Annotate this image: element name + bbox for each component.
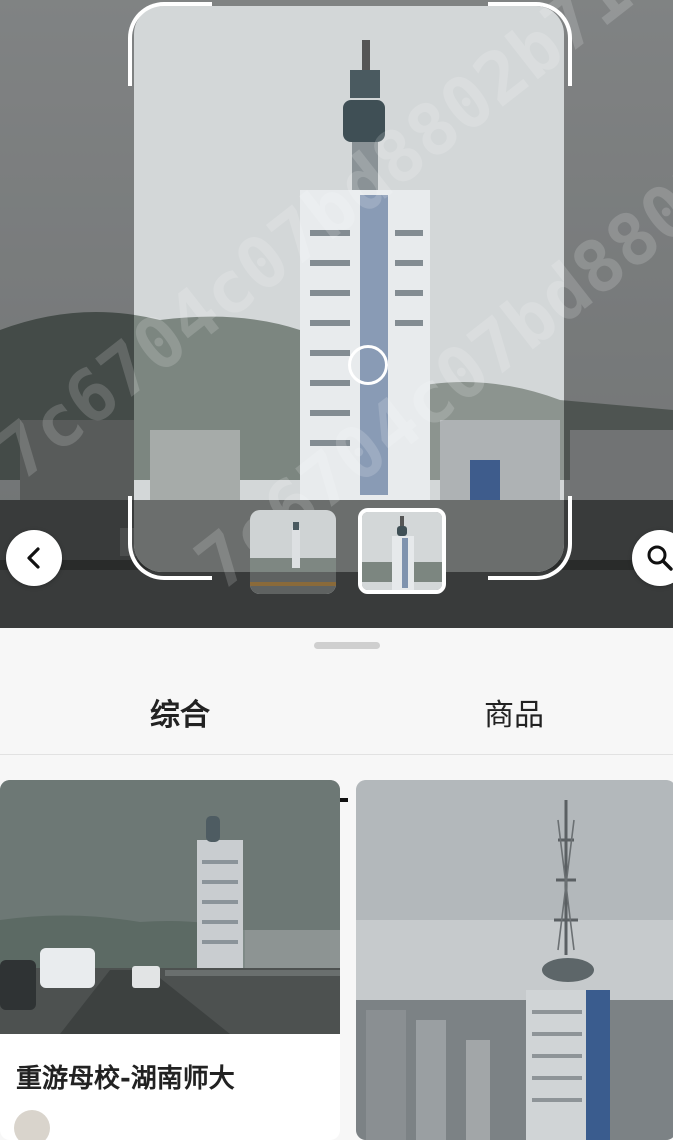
back-button[interactable] [6, 530, 62, 586]
result-card-image [356, 780, 673, 1140]
tab-comprehensive[interactable]: 综合 [12, 678, 348, 754]
result-tabs: 综合 商品 [0, 678, 673, 802]
region-thumbnail-selected[interactable] [358, 508, 446, 594]
crop-corner-bottom-left[interactable] [128, 496, 212, 580]
author-avatar[interactable] [14, 1110, 50, 1140]
result-card-image [0, 780, 340, 1034]
chevron-left-icon [27, 547, 40, 569]
region-thumbnail[interactable] [250, 510, 336, 594]
crop-window[interactable] [134, 6, 564, 572]
crop-corner-top-right[interactable] [488, 2, 572, 86]
result-card-title: 重游母校-湖南师大 [16, 1064, 235, 1094]
crop-window-photo [134, 6, 564, 572]
search-icon [647, 545, 673, 571]
camera-viewer: 7c6704c07bd8802b71 7c6704c07bd8802b71 [0, 0, 673, 628]
focus-point-icon[interactable] [348, 345, 388, 385]
tab-products[interactable]: 商品 [346, 678, 673, 754]
crop-corner-top-left[interactable] [128, 2, 212, 86]
results-panel: 综合 商品 重游母校-湖南师大 [0, 628, 673, 1140]
drag-handle[interactable] [314, 642, 380, 649]
crop-corner-bottom-right[interactable] [488, 496, 572, 580]
result-card[interactable]: 重游母校-湖南师大 [0, 780, 340, 1140]
result-card[interactable] [356, 780, 673, 1140]
